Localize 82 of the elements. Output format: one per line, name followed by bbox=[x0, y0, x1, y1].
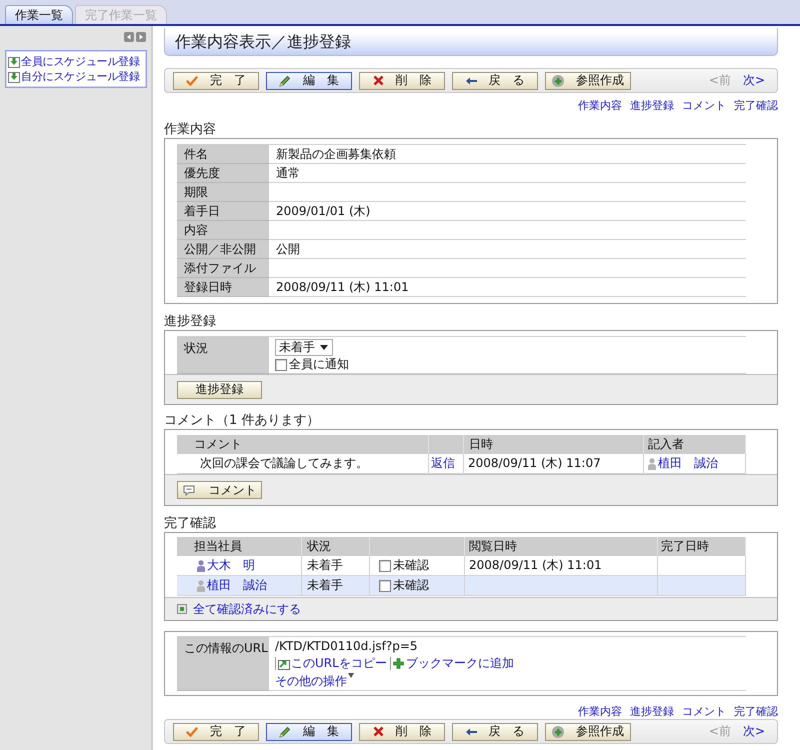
checkbox-label: 未確認 bbox=[393, 578, 429, 593]
field-value: 通常 bbox=[269, 164, 746, 183]
check-icon bbox=[186, 74, 198, 86]
tab[interactable]: 作業一覧 bbox=[5, 5, 73, 24]
section-link[interactable]: コメント bbox=[682, 705, 726, 718]
download-icon bbox=[8, 56, 20, 68]
arrow-left-icon[interactable] bbox=[124, 32, 134, 42]
section-link[interactable]: 作業内容 bbox=[578, 99, 622, 112]
checkbox-label: 未確認 bbox=[393, 558, 429, 573]
next-link[interactable]: 次> bbox=[742, 72, 765, 89]
section-link[interactable]: 完了確認 bbox=[734, 705, 778, 718]
url-text: /KTD/KTD0110d.jsf?p=5 bbox=[275, 638, 418, 654]
cross-icon bbox=[372, 726, 384, 737]
square-icon bbox=[177, 604, 187, 614]
plus-circle-icon bbox=[552, 74, 564, 86]
section-link[interactable]: 進捗登録 bbox=[630, 705, 674, 718]
plus-icon bbox=[390, 657, 405, 670]
field-label: この情報のURL bbox=[177, 637, 269, 691]
arrow-right-icon[interactable] bbox=[136, 32, 146, 42]
back-button[interactable]: 戻 る bbox=[452, 72, 538, 90]
section-link[interactable]: 完了確認 bbox=[734, 99, 778, 112]
checkbox[interactable] bbox=[275, 358, 287, 370]
field-label: 優先度 bbox=[177, 164, 269, 183]
copy-icon bbox=[275, 657, 290, 670]
arrow-left-icon bbox=[466, 728, 477, 736]
section-link[interactable]: 作業内容 bbox=[578, 705, 622, 718]
sidebar-link[interactable]: 全員にスケジュール登録 bbox=[8, 54, 144, 69]
field-label: 公開／非公開 bbox=[177, 240, 269, 259]
reply-link[interactable]: 返信 bbox=[431, 454, 455, 473]
field-label: 内容 bbox=[177, 221, 269, 240]
caret-icon bbox=[320, 345, 328, 350]
back-button[interactable]: 戻 る bbox=[452, 722, 538, 740]
delete-button[interactable]: 削 除 bbox=[359, 722, 445, 740]
field-label: 登録日時 bbox=[177, 278, 269, 297]
section-title: 進捗登録 bbox=[164, 314, 217, 329]
field-label: 状況 bbox=[177, 337, 269, 374]
field-label: 件名 bbox=[177, 145, 269, 164]
progress-register-button[interactable]: 進捗登録 bbox=[177, 380, 262, 398]
copy-create-button[interactable]: 参照作成 bbox=[545, 72, 631, 90]
field-label: 期限 bbox=[177, 183, 269, 202]
section-link[interactable]: コメント bbox=[682, 99, 726, 112]
cross-icon bbox=[372, 75, 384, 86]
complete-button[interactable]: 完 了 bbox=[173, 72, 259, 90]
table-cell: 未着手 bbox=[302, 576, 370, 596]
complete-button[interactable]: 完 了 bbox=[173, 722, 259, 740]
copy-create-button[interactable]: 参照作成 bbox=[545, 722, 631, 740]
checkbox[interactable] bbox=[379, 580, 391, 592]
sidebar-link[interactable]: 自分にスケジュール登録 bbox=[8, 69, 144, 84]
pencil-icon bbox=[279, 74, 292, 86]
section-title: コメント（1 件あります） bbox=[164, 413, 320, 428]
more-actions-link[interactable]: その他の操作 bbox=[275, 673, 354, 690]
edit-button[interactable]: 編 集 bbox=[266, 722, 352, 740]
checkbox-label: 全員に通知 bbox=[289, 357, 349, 372]
field-value: 2009/01/01 (木) bbox=[269, 202, 746, 221]
copy-url-link[interactable]: このURLをコピー bbox=[275, 655, 387, 672]
download-icon bbox=[8, 70, 20, 82]
caret-icon bbox=[348, 673, 354, 678]
status-select[interactable]: 未着手 bbox=[275, 339, 333, 356]
employee-link[interactable]: 植田 誠治 bbox=[207, 576, 267, 595]
field-label: 添付ファイル bbox=[177, 259, 269, 278]
confirm-all-link[interactable]: 全て確認済みにする bbox=[177, 600, 301, 618]
pencil-icon bbox=[279, 726, 292, 738]
next-link[interactable]: 次> bbox=[742, 723, 765, 740]
page-title: 作業内容表示／進捗登録 bbox=[164, 28, 778, 56]
arrow-left-icon bbox=[466, 76, 477, 84]
edit-button[interactable]: 編 集 bbox=[266, 72, 352, 90]
speech-bubble-icon bbox=[182, 484, 194, 496]
plus-circle-icon bbox=[552, 726, 564, 738]
section-title: 完了確認 bbox=[164, 516, 217, 531]
field-label: 着手日 bbox=[177, 202, 269, 221]
checkbox[interactable] bbox=[379, 560, 391, 572]
field-value: 2008/09/11 (木) 11:01 bbox=[269, 278, 746, 297]
comment-button[interactable]: コメント bbox=[177, 481, 262, 499]
field-value: 新製品の企画募集依頼 bbox=[269, 145, 746, 164]
author-link[interactable]: 植田 誠治 bbox=[658, 454, 718, 473]
field-value: 公開 bbox=[269, 240, 746, 259]
bookmark-link[interactable]: ブックマークに追加 bbox=[390, 655, 514, 672]
section-title: 作業内容 bbox=[164, 122, 217, 137]
section-link[interactable]: 進捗登録 bbox=[630, 99, 674, 112]
check-icon bbox=[186, 726, 198, 738]
delete-button[interactable]: 削 除 bbox=[359, 72, 445, 90]
employee-link[interactable]: 大木 明 bbox=[207, 556, 255, 575]
